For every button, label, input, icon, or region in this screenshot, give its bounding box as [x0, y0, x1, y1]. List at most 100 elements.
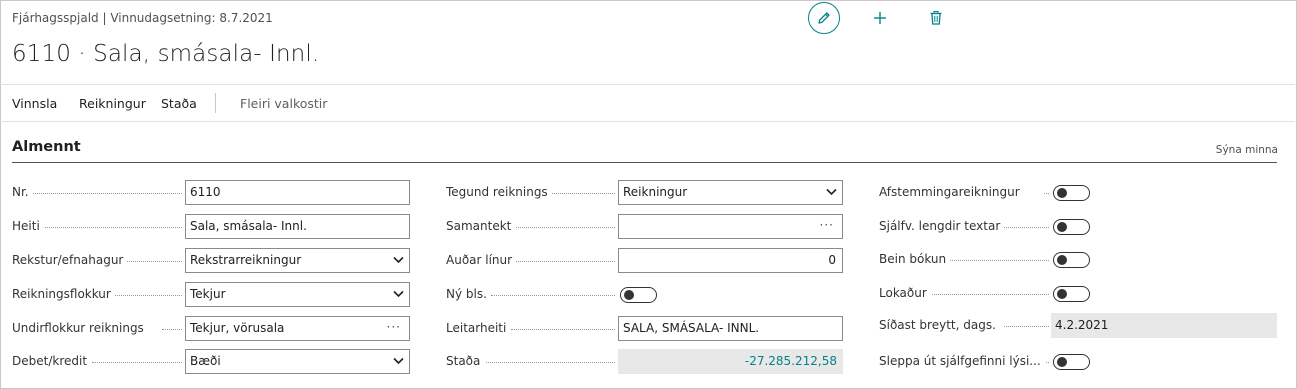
reikningsflokkur-select[interactable]: Tekjur — [185, 282, 410, 307]
debet-kredit-select[interactable]: Bæði — [185, 349, 410, 374]
edit-button[interactable] — [808, 2, 840, 34]
label-leader — [1044, 193, 1049, 194]
page-title: 6110 · Sala, smásala- Innl. — [12, 41, 320, 67]
add-button[interactable] — [870, 8, 890, 28]
field-label: Sleppa út sjálfgefinni lýsi... — [879, 354, 1045, 368]
chevron-down-icon — [393, 256, 404, 264]
menu-item-stada[interactable]: Staða — [161, 96, 197, 111]
label-leader — [491, 295, 615, 296]
bein-bokun-toggle[interactable] — [1053, 252, 1090, 268]
toggle-knob — [1057, 357, 1067, 367]
label-leader — [32, 193, 182, 194]
ny-bls-toggle[interactable] — [620, 287, 657, 303]
field-label: Ný bls. — [446, 287, 491, 301]
field-label: Samantekt — [446, 219, 516, 233]
label-leader — [122, 261, 182, 262]
field-row-afstemming: Afstemmingareikningur — [879, 180, 1277, 206]
menu-divider-bottom — [0, 121, 1295, 122]
chevron-down-icon — [393, 290, 404, 298]
label-leader — [541, 193, 615, 194]
chevron-down-icon — [826, 188, 837, 196]
afstemming-toggle[interactable] — [1053, 185, 1090, 201]
field-row-undirflokkur: Undirflokkur reiknings Tekjur, vörusala … — [12, 316, 410, 342]
field-row-sleppa-ut: Sleppa út sjálfgefinni lýsi... — [879, 349, 1277, 375]
label-leader — [486, 362, 615, 363]
field-label: Heiti — [12, 219, 44, 233]
trash-icon — [930, 10, 942, 25]
menu-divider — [215, 93, 216, 113]
field-label: Síðast breytt, dags. — [879, 318, 1000, 332]
more-options-link[interactable]: Fleiri valkostir — [240, 96, 327, 111]
nr-input[interactable]: 6110 — [185, 180, 410, 205]
field-row-bein-bokun: Bein bókun — [879, 247, 1277, 273]
field-row-debet-kredit: Debet/kredit Bæði — [12, 349, 410, 375]
label-leader — [999, 227, 1049, 228]
field-row-tegund: Tegund reiknings Reikningur — [446, 180, 843, 206]
label-leader — [92, 362, 182, 363]
field-label: Auðar línur — [446, 253, 517, 267]
field-label: Nr. — [12, 185, 33, 199]
field-row-audar-linur: Auðar línur 0 — [446, 248, 843, 274]
toggle-knob — [1057, 255, 1067, 265]
stada-amount[interactable]: -27.285.212,58 — [618, 349, 843, 374]
field-label: Lokaður — [879, 286, 931, 300]
field-row-nr: Nr. 6110 — [12, 180, 410, 206]
chevron-down-icon — [393, 357, 404, 365]
field-label: Rekstur/efnahagur — [12, 253, 128, 267]
label-leader — [949, 260, 1049, 261]
plus-icon — [874, 12, 886, 24]
section-rule — [12, 162, 1277, 163]
sleppa-ut-toggle[interactable] — [1053, 354, 1090, 370]
field-row-samantekt: Samantekt ··· — [446, 214, 843, 240]
rekstur-select[interactable]: Rekstrarreikningur — [185, 248, 410, 273]
sidast-breytt-value: 4.2.2021 — [1051, 313, 1277, 338]
field-label: Leitarheiti — [446, 321, 511, 335]
tegund-select[interactable]: Reikningur — [618, 180, 843, 205]
label-leader — [162, 329, 182, 330]
label-leader — [42, 227, 182, 228]
label-leader — [511, 227, 615, 228]
menu-item-vinnsla[interactable]: Vinnsla — [12, 96, 57, 111]
field-row-sidast-breytt: Síðast breytt, dags. 4.2.2021 — [879, 313, 1277, 339]
pencil-icon — [818, 12, 830, 24]
section-title: Almennt — [12, 139, 81, 155]
ellipsis-icon[interactable]: ··· — [387, 317, 401, 339]
field-label: Sjálfv. lengdir textar — [879, 219, 1005, 233]
audar-linur-input[interactable]: 0 — [618, 248, 843, 273]
field-row-ny-bls: Ný bls. — [446, 282, 843, 308]
field-row-heiti: Heiti Sala, smásala- Innl. — [12, 214, 410, 240]
field-row-rekstur: Rekstur/efnahagur Rekstrarreikningur — [12, 248, 410, 274]
undirflokkur-lookup[interactable]: Tekjur, vörusala ··· — [185, 316, 410, 341]
label-leader — [112, 295, 182, 296]
action-menu-bar: Vinnsla Reikningur Staða Fleiri valkosti… — [0, 85, 1295, 121]
field-label: Reikningsflokkur — [12, 287, 115, 301]
ellipsis-icon[interactable]: ··· — [820, 215, 834, 237]
show-less-link[interactable]: Sýna minna — [1216, 144, 1278, 156]
page-caption: Fjárhagsspjald | Vinnudagsetning: 8.7.20… — [12, 11, 273, 25]
menu-item-reikningur[interactable]: Reikningur — [79, 96, 146, 111]
field-row-leitarheiti: Leitarheiti SALA, SMÁSALA- INNL. — [446, 316, 843, 342]
field-label: Staða — [446, 354, 485, 368]
toggle-knob — [1057, 188, 1067, 198]
field-row-stada: Staða -27.285.212,58 — [446, 349, 843, 375]
field-row-lokadur: Lokaður — [879, 281, 1277, 307]
leitarheiti-input[interactable]: SALA, SMÁSALA- INNL. — [618, 316, 843, 341]
sjalfv-lengdir-toggle[interactable] — [1053, 219, 1090, 235]
label-leader — [1004, 326, 1049, 327]
toggle-knob — [1057, 222, 1067, 232]
delete-button[interactable] — [926, 8, 946, 28]
toggle-knob — [1057, 289, 1067, 299]
samantekt-lookup[interactable]: ··· — [618, 214, 843, 239]
heiti-input[interactable]: Sala, smásala- Innl. — [185, 214, 410, 239]
field-label: Debet/kredit — [12, 354, 92, 368]
label-leader — [1044, 362, 1049, 363]
label-leader — [511, 329, 615, 330]
field-row-sjalfv-lengdir: Sjálfv. lengdir textar — [879, 214, 1277, 240]
lokadur-toggle[interactable] — [1053, 286, 1090, 302]
field-label: Tegund reiknings — [446, 185, 552, 199]
toggle-knob — [624, 290, 634, 300]
field-label: Bein bókun — [879, 252, 951, 266]
label-leader — [511, 261, 615, 262]
field-row-reikningsflokkur: Reikningsflokkur Tekjur — [12, 282, 410, 308]
field-label: Afstemmingareikningur — [879, 185, 1024, 199]
